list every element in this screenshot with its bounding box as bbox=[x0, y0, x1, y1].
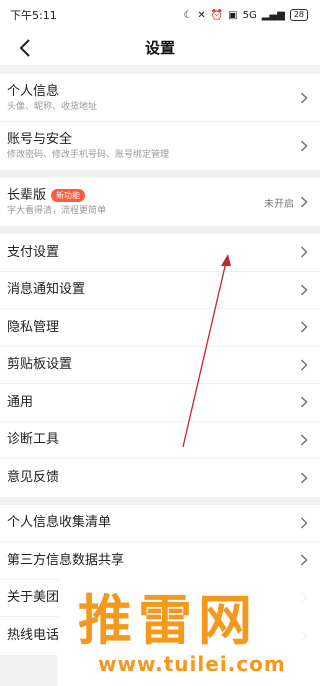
item-subtitle: 头像、昵称、收货地址 bbox=[7, 101, 98, 112]
item-title: 隐私管理 bbox=[7, 319, 60, 335]
item-title: 账号与安全 bbox=[7, 132, 73, 147]
battery-icon: 28 bbox=[289, 9, 308, 21]
chevron-right-icon bbox=[300, 359, 308, 371]
chevron-right-icon bbox=[300, 472, 308, 484]
item-title: 意见反馈 bbox=[7, 470, 60, 486]
settings-item-account-security[interactable]: 账号与安全 修改密码、修改手机号码、账号绑定管理 bbox=[0, 122, 320, 170]
signal-icon: ▂▄▆ bbox=[261, 9, 285, 21]
settings-item-general[interactable]: 通用 bbox=[0, 384, 320, 422]
back-button[interactable] bbox=[14, 36, 36, 60]
item-title: 长辈版 bbox=[7, 188, 47, 203]
item-title: 关于美团 bbox=[7, 590, 60, 606]
item-title: 诊断工具 bbox=[7, 432, 60, 448]
settings-item-notifications[interactable]: 消息通知设置 bbox=[0, 272, 320, 309]
settings-item-diagnostics[interactable]: 诊断工具 bbox=[0, 422, 320, 459]
item-title: 剪贴板设置 bbox=[7, 357, 73, 373]
chevron-right-icon bbox=[300, 140, 308, 152]
elder-mode-status: 未开启 bbox=[264, 198, 294, 210]
chevron-right-icon bbox=[300, 91, 308, 104]
item-title: 个人信息 bbox=[7, 83, 60, 99]
chevron-right-icon bbox=[300, 284, 308, 296]
settings-item-privacy[interactable]: 隐私管理 bbox=[0, 309, 320, 347]
moon-icon: ☾ bbox=[183, 9, 193, 21]
message-icon: ▣ bbox=[228, 9, 238, 21]
item-subtitle: 字大看得清，流程更简单 bbox=[7, 206, 107, 216]
item-title: 热线电话 bbox=[7, 628, 60, 644]
settings-group-account: 个人信息 头像、昵称、收货地址 账号与安全 修改密码、修改手机号码、账号绑定管理 bbox=[0, 74, 320, 170]
item-subtitle: 修改密码、修改手机号码、账号绑定管理 bbox=[7, 150, 170, 160]
watermark: 推雷网 www.tuilei.com bbox=[58, 566, 320, 686]
chevron-right-icon bbox=[300, 246, 308, 258]
item-title: 个人信息收集清单 bbox=[7, 515, 112, 531]
chevron-right-icon bbox=[300, 321, 308, 333]
watermark-logo: 推雷网 bbox=[78, 589, 258, 652]
network-label: 5G bbox=[242, 9, 257, 21]
item-title: 支付设置 bbox=[7, 244, 60, 260]
status-bar: 下午5:11 ☾ ✕ ⏰ ▣ 5G ▂▄▆ 28 bbox=[0, 0, 320, 30]
alarm-icon: ⏰ bbox=[210, 9, 224, 21]
new-feature-badge: 新功能 bbox=[51, 189, 86, 202]
settings-item-feedback[interactable]: 意见反馈 bbox=[0, 459, 320, 497]
status-time: 下午5:11 bbox=[10, 9, 57, 22]
settings-group-general: 支付设置 消息通知设置 隐私管理 剪贴板设置 通用 诊断工具 意见反馈 bbox=[0, 234, 320, 497]
chevron-right-icon bbox=[300, 396, 308, 408]
settings-item-personal-info[interactable]: 个人信息 头像、昵称、收货地址 bbox=[0, 74, 320, 122]
back-arrow-icon bbox=[19, 39, 30, 57]
settings-item-clipboard[interactable]: 剪贴板设置 bbox=[0, 347, 320, 384]
chevron-right-icon bbox=[300, 517, 308, 529]
settings-item-elder-mode[interactable]: 长辈版 新功能 字大看得清，流程更简单 未开启 bbox=[0, 178, 320, 226]
chevron-right-icon bbox=[300, 196, 308, 208]
settings-item-payment[interactable]: 支付设置 bbox=[0, 234, 320, 272]
status-icons: ☾ ✕ ⏰ ▣ 5G ▂▄▆ 28 bbox=[183, 9, 308, 21]
item-title: 通用 bbox=[7, 394, 34, 410]
settings-group-elder: 长辈版 新功能 字大看得清，流程更简单 未开启 bbox=[0, 178, 320, 226]
watermark-url: www.tuilei.com bbox=[98, 652, 286, 676]
settings-item-info-list[interactable]: 个人信息收集清单 bbox=[0, 505, 320, 542]
item-title: 消息通知设置 bbox=[7, 282, 86, 298]
nav-bar: 设置 bbox=[0, 30, 320, 66]
page-title: 设置 bbox=[144, 39, 175, 57]
mute-icon: ✕ bbox=[197, 9, 206, 21]
chevron-right-icon bbox=[300, 434, 308, 446]
chevron-right-icon bbox=[300, 554, 308, 566]
